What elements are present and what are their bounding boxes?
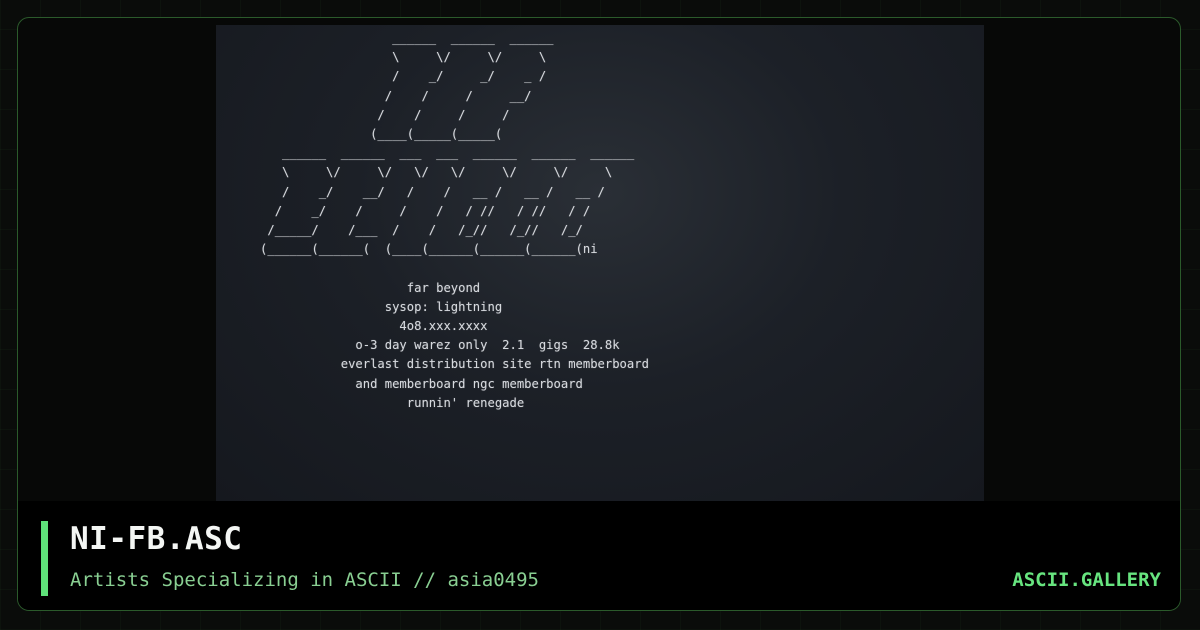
site-brand[interactable]: ASCII.GALLERY: [1012, 569, 1161, 591]
accent-bar: [41, 521, 48, 596]
ascii-art-text: ______ ______ ______ \ \/ \/ \ / _/ _/ _…: [260, 31, 649, 410]
preview-card: ______ ______ ______ \ \/ \/ \ / _/ _/ _…: [17, 17, 1181, 611]
artist-subtitle: Artists Specializing in ASCII // asia049…: [70, 569, 539, 591]
page: ______ ______ ______ \ \/ \/ \ / _/ _/ _…: [0, 0, 1200, 630]
info-bar: NI-FB.ASC Artists Specializing in ASCII …: [18, 501, 1180, 610]
ascii-art-panel: ______ ______ ______ \ \/ \/ \ / _/ _/ _…: [216, 25, 984, 503]
file-title: NI-FB.ASC: [70, 521, 243, 557]
